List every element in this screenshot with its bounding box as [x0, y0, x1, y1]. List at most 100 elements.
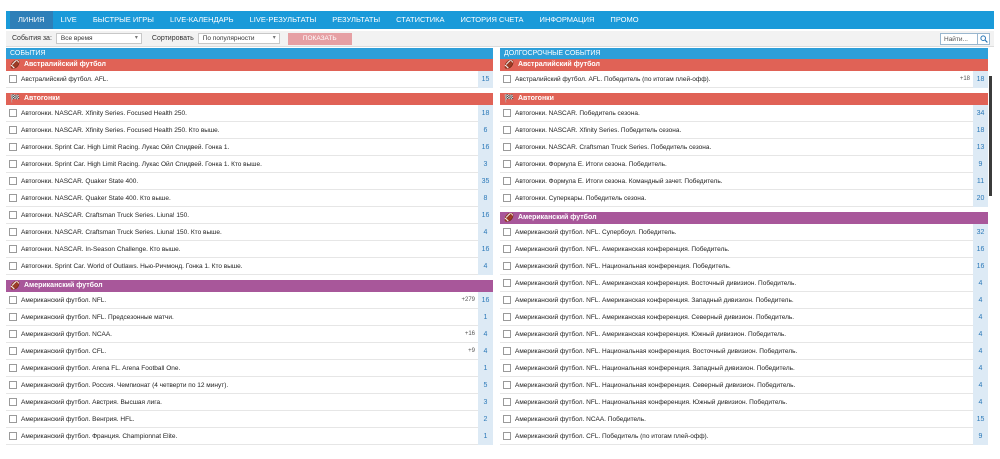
event-row[interactable]: Автогонки. Sprint Car. World of Outlaws.…	[6, 257, 493, 275]
nav-item[interactable]: ЛИНИЯ	[10, 11, 53, 29]
event-count[interactable]: 4	[973, 291, 988, 309]
events-for-select[interactable]: Все время ▾	[55, 33, 142, 44]
event-row[interactable]: Австралийский футбол. AFL. Победитель (п…	[500, 70, 988, 88]
nav-item[interactable]: РЕЗУЛЬТАТЫ	[324, 11, 388, 29]
event-name[interactable]: Американский футбол. Arena FL. Arena Foo…	[21, 365, 478, 372]
event-count[interactable]: 4	[973, 325, 988, 343]
event-count[interactable]: 3	[478, 393, 493, 411]
event-name[interactable]: Автогонки. NASCAR. In-Season Challenge. …	[21, 246, 478, 253]
sport-header[interactable]: 🏁 Автогонки	[6, 93, 493, 105]
event-checkbox[interactable]	[503, 330, 511, 338]
show-button[interactable]: ПОКАЗАТЬ	[287, 32, 352, 45]
event-checkbox[interactable]	[503, 347, 511, 355]
event-count[interactable]: 1	[478, 359, 493, 377]
event-row[interactable]: Американский футбол. Россия. Чемпионат (…	[6, 376, 493, 394]
event-count[interactable]: 16	[478, 206, 493, 224]
event-row[interactable]: Американский футбол. NFL. +279 16	[6, 291, 493, 309]
event-row[interactable]: Автогонки. NASCAR. Craftsman Truck Serie…	[500, 138, 988, 156]
event-count[interactable]: 4	[973, 274, 988, 292]
event-name[interactable]: Американский футбол. Австрия. Высшая лиг…	[21, 399, 478, 406]
event-checkbox[interactable]	[503, 177, 511, 185]
event-count[interactable]: 5	[478, 376, 493, 394]
event-row[interactable]: Американский футбол. NFL. Супербоул. Поб…	[500, 223, 988, 241]
extra-markets-count[interactable]: +9	[468, 348, 475, 354]
event-checkbox[interactable]	[9, 143, 17, 151]
event-checkbox[interactable]	[503, 262, 511, 270]
event-checkbox[interactable]	[9, 211, 17, 219]
event-checkbox[interactable]	[9, 262, 17, 270]
nav-item[interactable]: LIVE-КАЛЕНДАРЬ	[162, 11, 242, 29]
event-checkbox[interactable]	[9, 160, 17, 168]
event-count[interactable]: 15	[973, 410, 988, 428]
event-row[interactable]: Американский футбол. NFL. Американская к…	[500, 274, 988, 292]
event-name[interactable]: Американский футбол. NFL.	[21, 297, 461, 304]
event-checkbox[interactable]	[503, 126, 511, 134]
event-count[interactable]: 4	[973, 342, 988, 360]
event-checkbox[interactable]	[503, 415, 511, 423]
event-checkbox[interactable]	[503, 364, 511, 372]
event-count[interactable]: 16	[478, 138, 493, 156]
event-row[interactable]: Американский футбол. NFL. Предсезонные м…	[6, 308, 493, 326]
event-row[interactable]: Американский футбол. NFL. Американская к…	[500, 240, 988, 258]
event-checkbox[interactable]	[9, 330, 17, 338]
event-name[interactable]: Американский футбол. NFL. Американская к…	[515, 331, 973, 338]
event-checkbox[interactable]	[9, 177, 17, 185]
event-row[interactable]: Американский футбол. NFL. Национальная к…	[500, 376, 988, 394]
event-count[interactable]: 6	[478, 121, 493, 139]
event-count[interactable]: 4	[478, 257, 493, 275]
event-count[interactable]: 4	[478, 325, 493, 343]
event-count[interactable]: 16	[478, 291, 493, 309]
event-row[interactable]: Автогонки. NASCAR. Quaker State 400. Кто…	[6, 189, 493, 207]
event-count[interactable]: 4	[973, 308, 988, 326]
event-count[interactable]: 1	[478, 308, 493, 326]
sport-header[interactable]: 🏈 Американский футбол	[500, 212, 988, 224]
event-name[interactable]: Американский футбол. Франция. Championna…	[21, 433, 478, 440]
event-name[interactable]: Автогонки. NASCAR. Craftsman Truck Serie…	[21, 229, 478, 236]
extra-markets-count[interactable]: +18	[960, 76, 970, 82]
event-count[interactable]: 15	[478, 70, 493, 88]
event-row[interactable]: Автогонки. NASCAR. Xfinity Series. Focus…	[6, 104, 493, 122]
event-name[interactable]: Американский футбол. NFL. Национальная к…	[515, 399, 973, 406]
event-name[interactable]: Автогонки. NASCAR. Quaker State 400. Кто…	[21, 195, 478, 202]
event-row[interactable]: Американский футбол. CFL. +9 4	[6, 342, 493, 360]
event-checkbox[interactable]	[9, 194, 17, 202]
event-checkbox[interactable]	[503, 228, 511, 236]
event-checkbox[interactable]	[503, 381, 511, 389]
nav-item[interactable]: БЫСТРЫЕ ИГРЫ	[85, 11, 162, 29]
event-name[interactable]: Автогонки. Sprint Car. High Limit Racing…	[21, 161, 478, 168]
event-count[interactable]: 35	[478, 172, 493, 190]
sport-header[interactable]: 🏁 Автогонки	[500, 93, 988, 105]
event-row[interactable]: Автогонки. NASCAR. Craftsman Truck Serie…	[6, 206, 493, 224]
event-row[interactable]: Автогонки. NASCAR. In-Season Challenge. …	[6, 240, 493, 258]
event-checkbox[interactable]	[9, 228, 17, 236]
nav-item[interactable]: СТАТИСТИКА	[388, 11, 452, 29]
event-checkbox[interactable]	[9, 381, 17, 389]
event-checkbox[interactable]	[503, 279, 511, 287]
extra-markets-count[interactable]: +16	[465, 331, 475, 337]
event-name[interactable]: Автогонки. Sprint Car. High Limit Racing…	[21, 144, 478, 151]
sort-select[interactable]: По популярности ▾	[197, 33, 280, 44]
event-row[interactable]: Американский футбол. Франция. Championna…	[6, 427, 493, 445]
event-row[interactable]: Автогонки. Формула Е. Итоги сезона. Кома…	[500, 172, 988, 190]
event-name[interactable]: Американский футбол. CFL.	[21, 348, 468, 355]
event-row[interactable]: Автогонки. NASCAR. Победитель сезона. 34	[500, 104, 988, 122]
event-name[interactable]: Американский футбол. Россия. Чемпионат (…	[21, 382, 478, 389]
event-name[interactable]: Американский футбол. NFL. Национальная к…	[515, 365, 973, 372]
nav-item[interactable]: ИНФОРМАЦИЯ	[532, 11, 603, 29]
event-name[interactable]: Автогонки. NASCAR. Quaker State 400.	[21, 178, 478, 185]
event-count[interactable]: 18	[973, 70, 988, 88]
event-checkbox[interactable]	[503, 75, 511, 83]
event-name[interactable]: Американский футбол. NFL. Супербоул. Поб…	[515, 229, 973, 236]
event-checkbox[interactable]	[9, 245, 17, 253]
event-checkbox[interactable]	[9, 432, 17, 440]
event-name[interactable]: Американский футбол. NFL. Американская к…	[515, 297, 973, 304]
event-name[interactable]: Автогонки. NASCAR. Craftsman Truck Serie…	[21, 212, 478, 219]
event-count[interactable]: 16	[478, 240, 493, 258]
event-count[interactable]: 18	[973, 121, 988, 139]
event-checkbox[interactable]	[503, 109, 511, 117]
nav-item[interactable]: ПРОМО	[602, 11, 646, 29]
event-name[interactable]: Американский футбол. Венгрия. HFL.	[21, 416, 478, 423]
event-row[interactable]: Автогонки. Sprint Car. High Limit Racing…	[6, 138, 493, 156]
event-count[interactable]: 4	[478, 223, 493, 241]
event-row[interactable]: Американский футбол. NCAA. +16 4	[6, 325, 493, 343]
